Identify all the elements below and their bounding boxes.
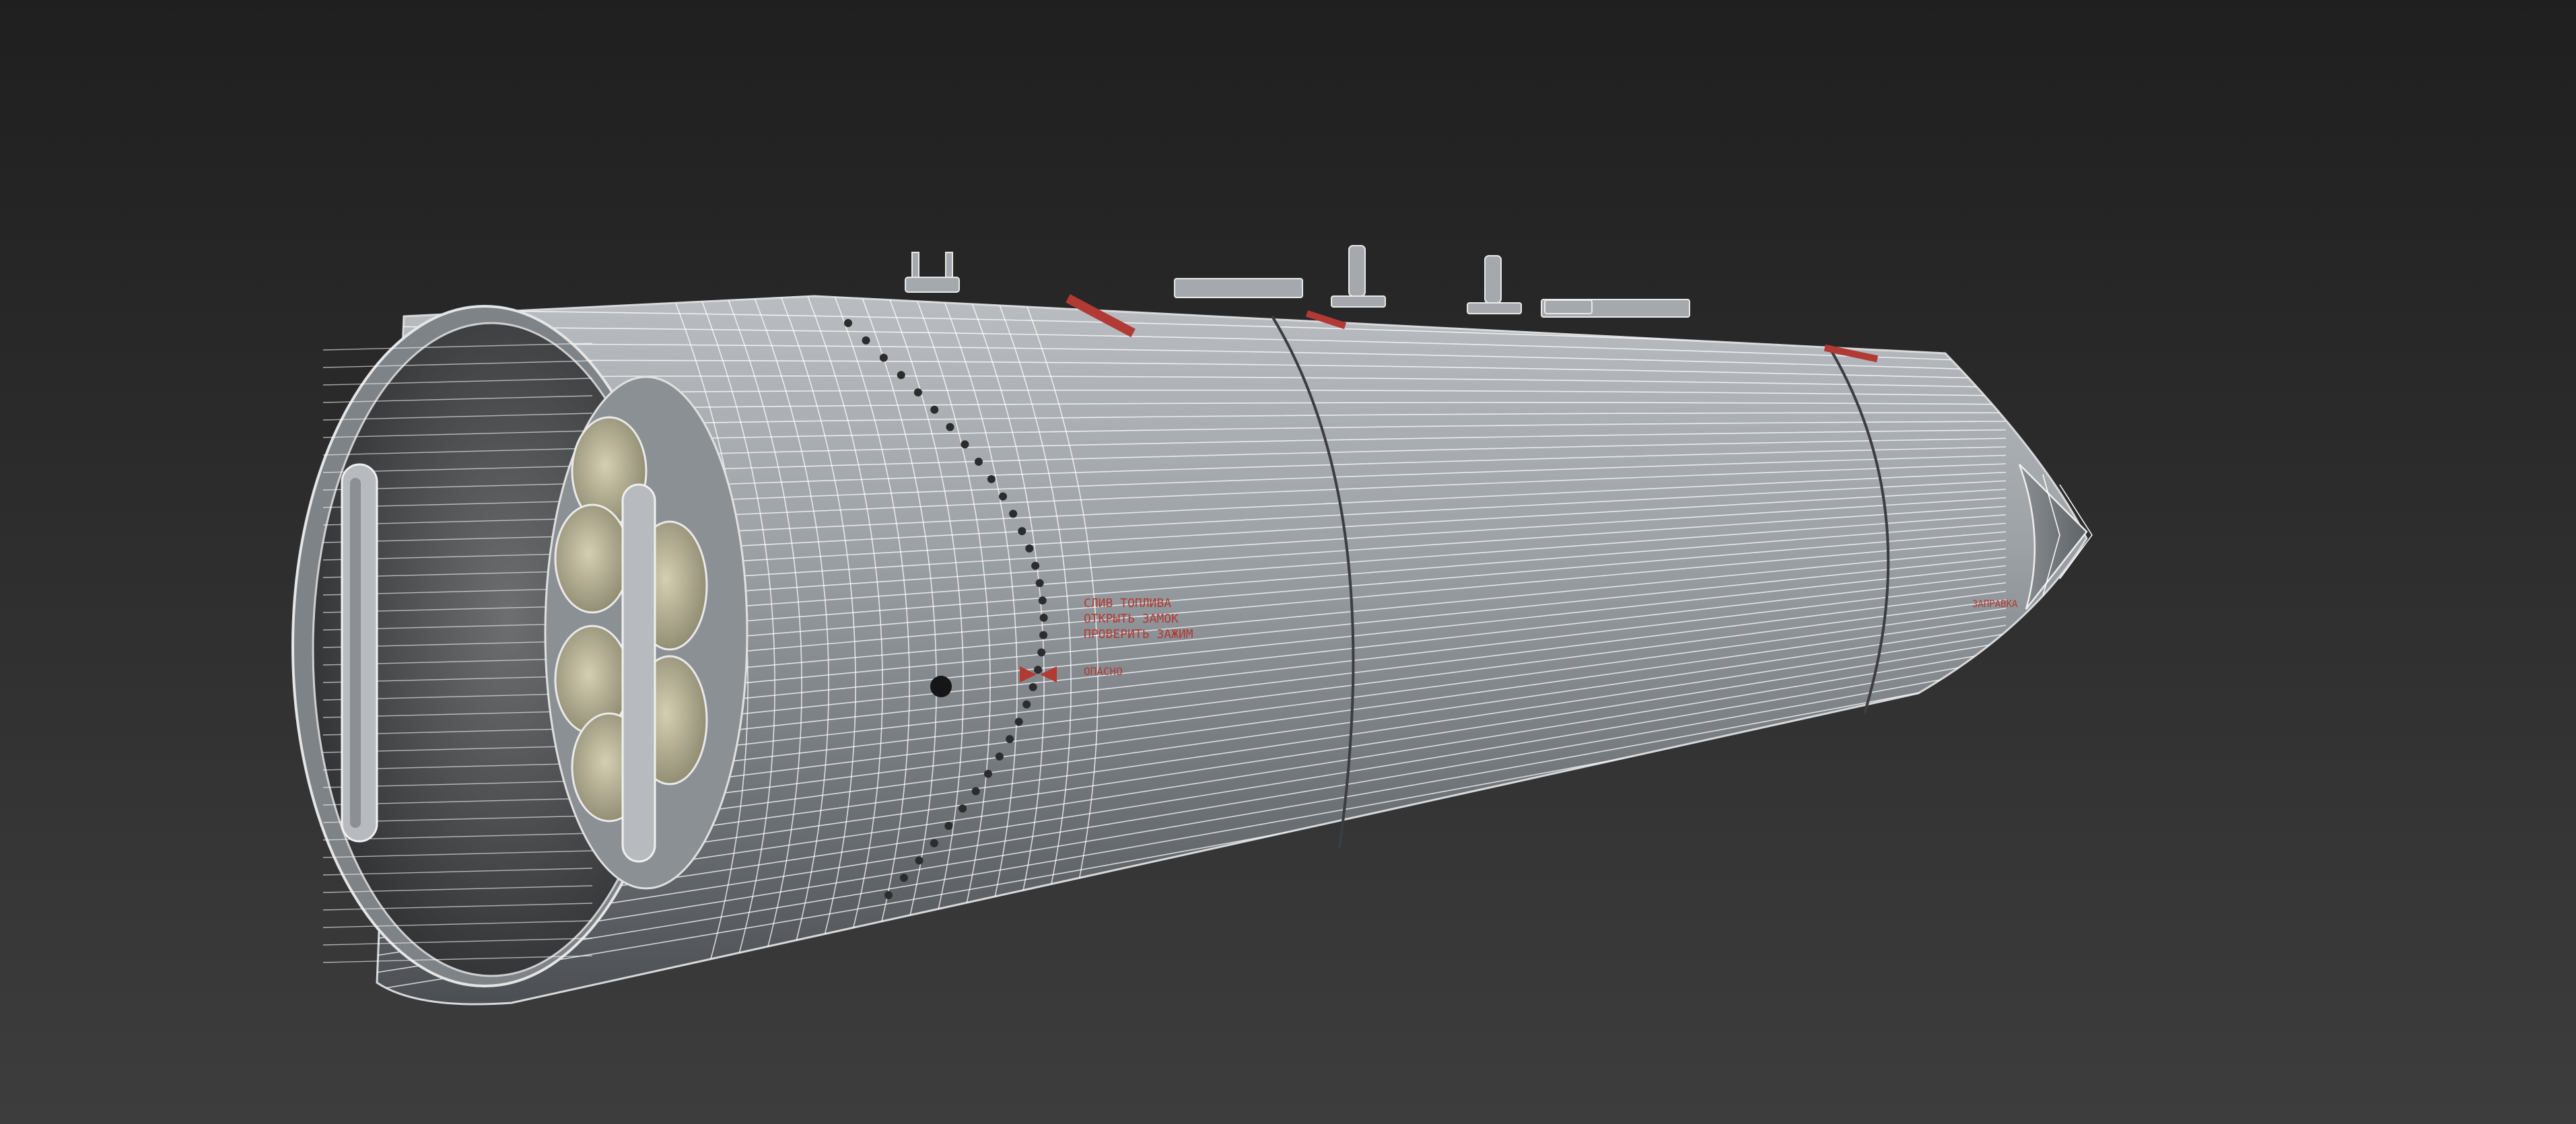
rivet (1014, 717, 1023, 726)
rivet (983, 769, 992, 778)
rivet (974, 458, 983, 466)
rivet (1029, 682, 1037, 691)
rivet (862, 336, 870, 345)
marking-line2: ОТКРЫТЬ ЗАМОК (1084, 612, 1179, 626)
rivet (1039, 613, 1048, 622)
tube (554, 503, 631, 614)
rivet (1031, 561, 1040, 570)
rivet (899, 874, 908, 882)
rivet (1009, 510, 1018, 518)
rivet (844, 319, 852, 327)
marking-line3: ПРОВЕРИТЬ ЗАЖИМ (1084, 627, 1193, 641)
marking-line5: ЗАПРАВКА (1972, 599, 2018, 610)
rivet (915, 856, 924, 865)
rivet (987, 475, 996, 483)
rivet (1035, 579, 1044, 588)
fitting-base (1467, 302, 1522, 314)
rivet (930, 839, 938, 847)
rivet (995, 752, 1004, 761)
marking-line4: ОПАСНО (1084, 665, 1123, 678)
3d-viewport[interactable]: СЛИВ ТОПЛИВА ОТКРЫТЬ ЗАМОК ПРОВЕРИТЬ ЗАЖ… (0, 0, 2576, 1124)
rivet (879, 353, 888, 362)
rivet (1039, 631, 1048, 639)
rivet (930, 405, 939, 414)
rivet (1034, 666, 1043, 674)
access-hole (930, 676, 952, 697)
rivet (884, 891, 893, 899)
rivet (1037, 648, 1046, 657)
rivet (959, 804, 967, 813)
rivet (944, 821, 953, 830)
rivet (1025, 544, 1034, 553)
rivet (971, 787, 980, 796)
rivet (998, 492, 1007, 501)
fitting-post (1484, 255, 1502, 304)
rivet (897, 371, 905, 380)
rivet (913, 388, 922, 397)
rivet (1038, 596, 1047, 605)
inner-handle (621, 483, 656, 863)
rivet (1022, 700, 1031, 709)
fitting-block (1544, 300, 1593, 314)
rivet (1006, 735, 1014, 744)
pod-wireframe-render: СЛИВ ТОПЛИВА ОТКРЫТЬ ЗАМОК ПРОВЕРИТЬ ЗАЖ… (291, 245, 2093, 1006)
fitting-post (1348, 245, 1366, 297)
fitting-base (905, 277, 960, 293)
fitting-base (1331, 295, 1386, 308)
marking-line1: СЛИВ ТОПЛИВА (1084, 596, 1171, 610)
rivet (1018, 527, 1026, 536)
fitting-bracket (1174, 278, 1303, 298)
rivet (961, 440, 969, 449)
rivet (946, 423, 954, 431)
